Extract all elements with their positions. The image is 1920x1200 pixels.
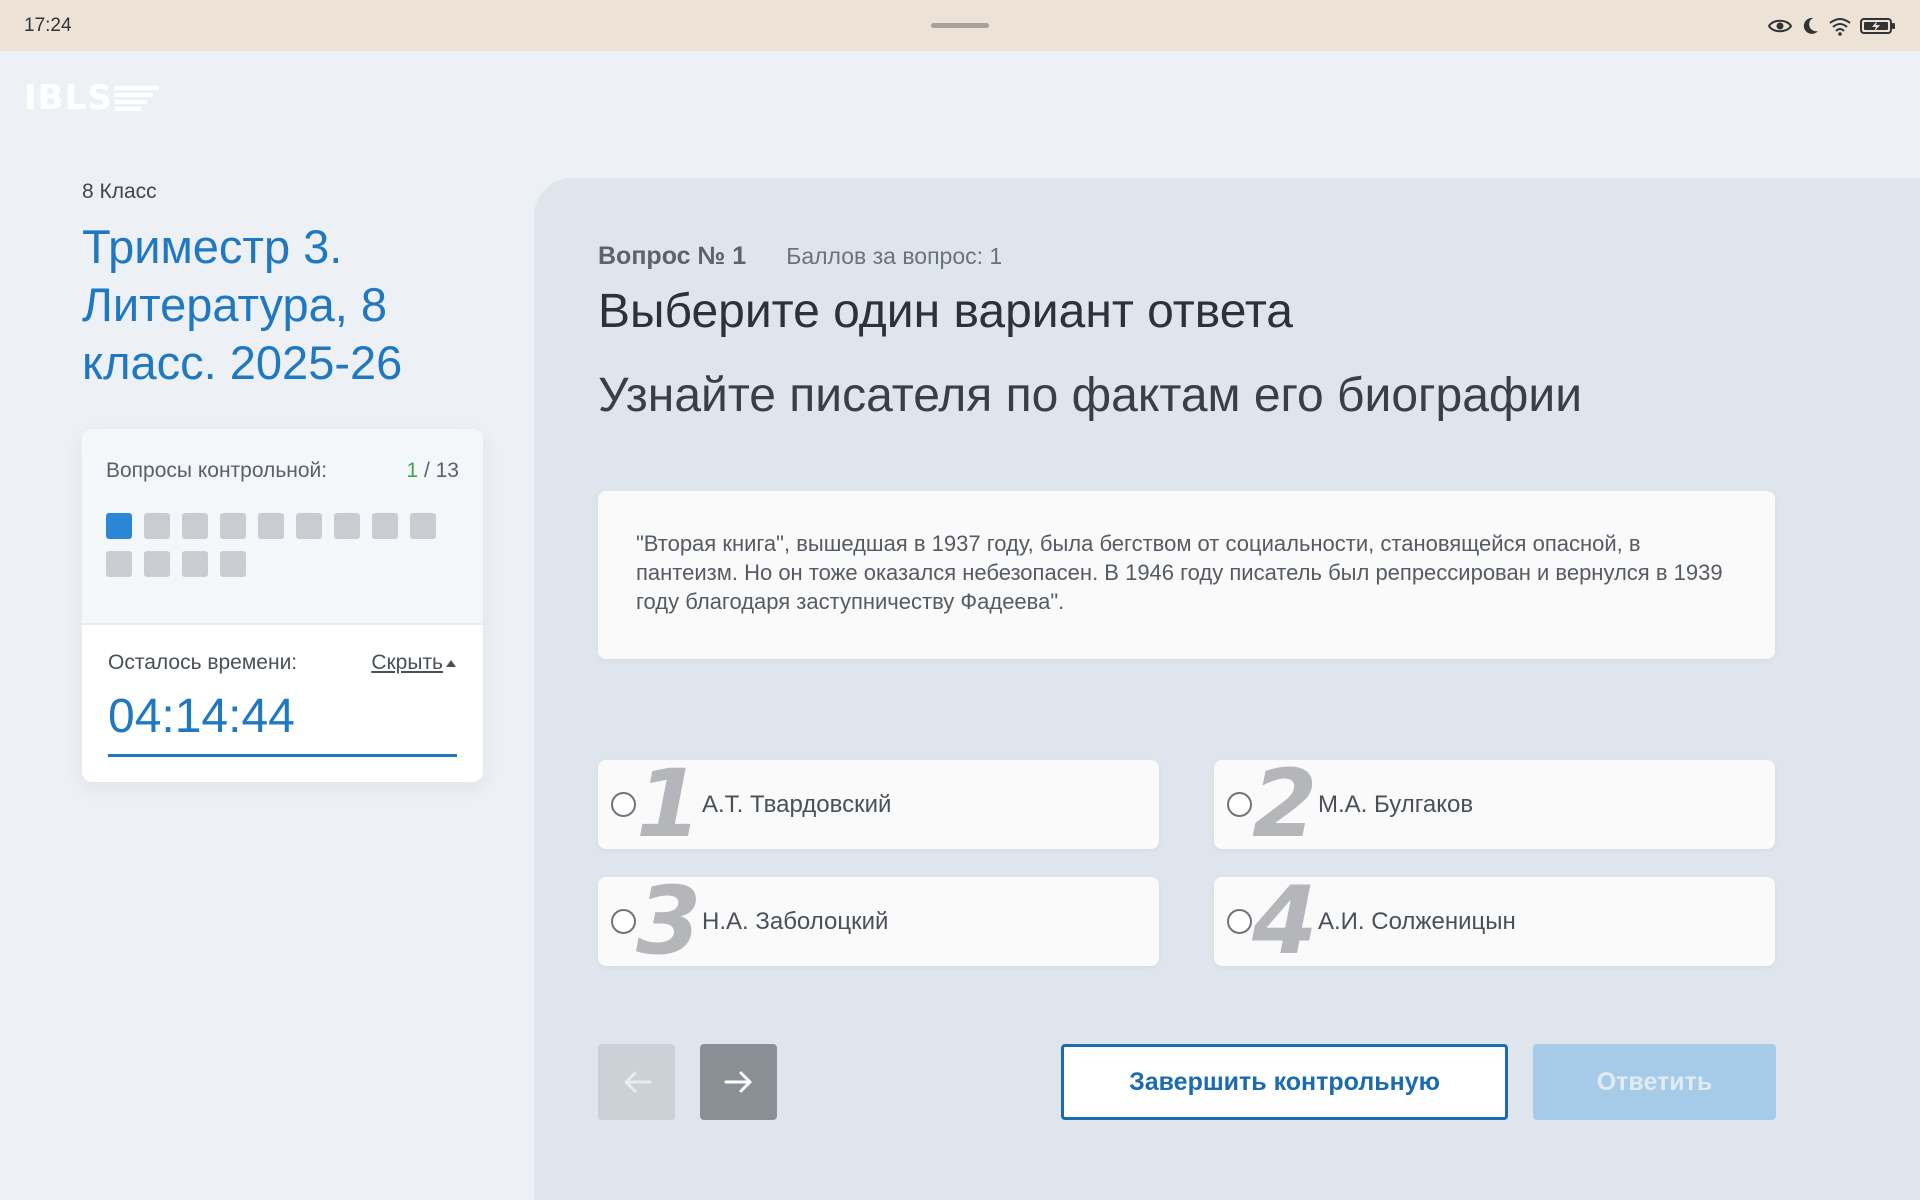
timer-panel: Осталось времени: Скрыть 04:14:44 — [82, 625, 483, 757]
question-cell-5[interactable] — [258, 513, 284, 539]
question-cell-13[interactable] — [220, 551, 246, 577]
previous-question-button[interactable] — [598, 1044, 675, 1120]
option-radio[interactable] — [1227, 909, 1252, 934]
grade-label: 8 Класс — [82, 180, 157, 203]
gesture-handle[interactable] — [931, 23, 989, 28]
hide-timer-label: Скрыть — [371, 651, 443, 674]
answer-option-1[interactable]: 1 А.Т. Твардовский — [598, 750, 1159, 859]
answer-option-3[interactable]: 3 Н.А. Заболоцкий — [598, 867, 1159, 976]
moon-icon — [1803, 17, 1818, 34]
logo-lines-icon — [114, 86, 159, 111]
question-cell-4[interactable] — [220, 513, 246, 539]
question-text: Узнайте писателя по фактам его биографии — [598, 369, 1583, 422]
question-cell-6[interactable] — [296, 513, 322, 539]
option-label: М.А. Булгаков — [1318, 790, 1474, 818]
questions-count: 1 / 13 — [406, 459, 459, 483]
question-meta: Вопрос № 1 Баллов за вопрос: 1 — [598, 242, 1002, 271]
countdown-timer: 04:14:44 — [108, 689, 457, 757]
question-passage: "Вторая книга", вышедшая в 1937 году, бы… — [598, 491, 1775, 659]
answer-option-4[interactable]: 4 А.И. Солженицын — [1214, 867, 1775, 976]
option-radio[interactable] — [611, 909, 636, 934]
option-number: 3 — [636, 867, 702, 976]
option-radio[interactable] — [611, 792, 636, 817]
total-question-count: / 13 — [418, 459, 459, 482]
current-question-count: 1 — [406, 459, 419, 482]
ibls-logo[interactable]: IBLS — [24, 78, 159, 118]
time-left-label: Осталось времени: — [108, 651, 298, 674]
option-label: Н.А. Заболоцкий — [702, 907, 889, 935]
question-points: Баллов за вопрос: 1 — [786, 243, 1003, 269]
battery-charging-icon — [1860, 17, 1895, 34]
next-question-button[interactable] — [700, 1044, 777, 1120]
hide-timer-link[interactable]: Скрыть — [371, 651, 457, 675]
question-navigator — [106, 513, 459, 577]
question-cell-11[interactable] — [144, 551, 170, 577]
status-time: 17:24 — [24, 14, 72, 36]
arrow-right-icon — [724, 1071, 751, 1093]
question-cell-1[interactable] — [106, 513, 132, 539]
question-cell-7[interactable] — [334, 513, 360, 539]
question-cell-3[interactable] — [182, 513, 208, 539]
question-panel: Вопрос № 1 Баллов за вопрос: 1 Выберите … — [534, 178, 1920, 1200]
option-label: А.Т. Твардовский — [702, 790, 892, 818]
finish-test-button[interactable]: Завершить контрольную — [1061, 1044, 1508, 1120]
question-cell-10[interactable] — [106, 551, 132, 577]
option-number: 1 — [636, 750, 702, 859]
questions-panel: Вопросы контрольной: 1 / 13 — [82, 429, 483, 625]
questions-header: Вопросы контрольной: 1 / 13 — [106, 459, 459, 483]
question-number: Вопрос № 1 — [598, 242, 747, 270]
option-label: А.И. Солженицын — [1318, 907, 1516, 935]
timer-header: Осталось времени: Скрыть — [108, 651, 457, 675]
answer-option-2[interactable]: 2 М.А. Булгаков — [1214, 750, 1775, 859]
question-cell-12[interactable] — [182, 551, 208, 577]
status-icons — [1768, 16, 1896, 36]
eye-icon — [1768, 19, 1792, 32]
wifi-icon — [1829, 17, 1851, 36]
option-number: 2 — [1252, 750, 1318, 859]
test-progress-card: Вопросы контрольной: 1 / 13 Осталось вре… — [82, 429, 483, 782]
option-number: 4 — [1252, 867, 1318, 976]
option-radio[interactable] — [1227, 792, 1252, 817]
course-title: Триместр 3. Литература, 8 класс. 2025-26 — [82, 220, 403, 389]
submit-answer-button[interactable]: Ответить — [1533, 1044, 1776, 1120]
questions-label: Вопросы контрольной: — [106, 459, 328, 482]
question-cell-2[interactable] — [144, 513, 170, 539]
question-cell-9[interactable] — [410, 513, 436, 539]
question-cell-8[interactable] — [372, 513, 398, 539]
question-instruction: Выберите один вариант ответа — [598, 285, 1293, 338]
caret-up-icon — [446, 660, 456, 667]
logo-text: IBLS — [24, 78, 113, 118]
arrow-left-icon — [624, 1071, 651, 1093]
